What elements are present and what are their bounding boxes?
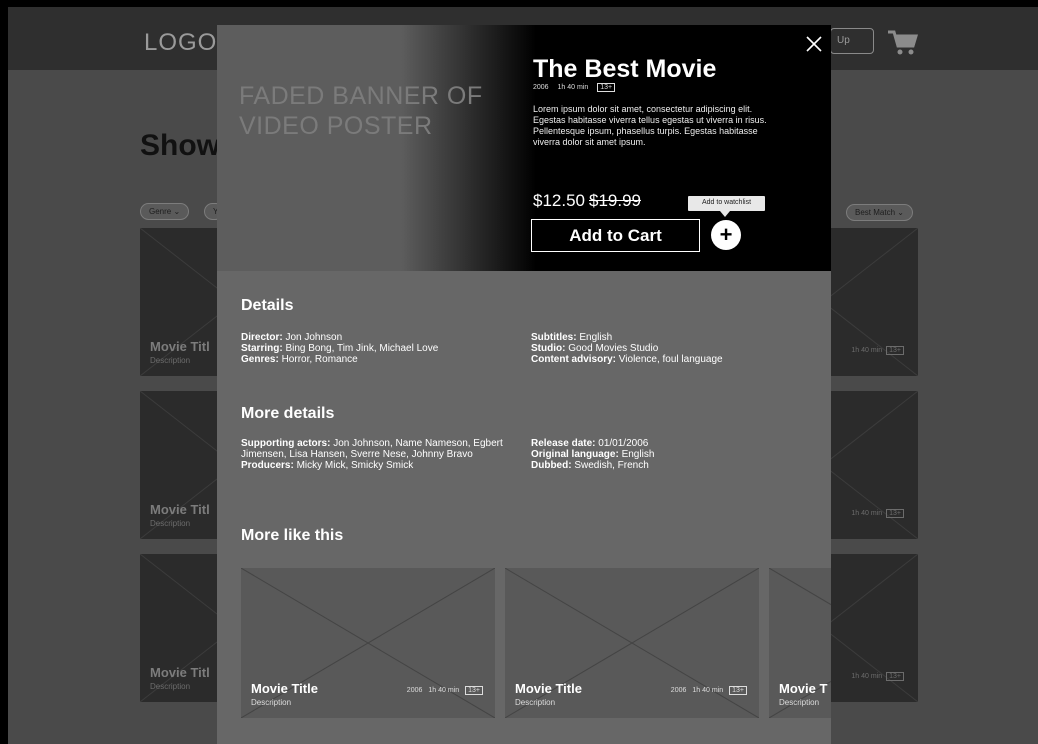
movie-description: Description [150,356,191,365]
movie-meta: 2006 1h 40 min 13+ [401,686,483,695]
add-to-cart-button[interactable]: Add to Cart [531,219,700,252]
movie-description: Description [150,519,191,528]
movie-meta: 1h 40 min 13+ [851,346,904,355]
plus-icon[interactable]: + [711,220,741,250]
movie-title: Movie Titl [150,665,210,680]
logo[interactable]: LOGO [144,29,217,57]
rating-badge: 13+ [886,346,904,355]
watchlist-tooltip: Add to watchlist [688,196,765,211]
more-details-right: Release date: 01/01/2006 Original langua… [531,438,655,471]
movie-title: Movie Title [515,681,582,696]
movie-title: Movie Titl [150,339,210,354]
movie-description: Description [515,698,556,707]
original-price: $19.99 [589,191,641,210]
close-icon[interactable] [804,34,824,54]
tooltip-arrow [720,211,730,217]
movie-description: Description [150,682,191,691]
price: $12.50 $19.99 [533,191,641,211]
movie-title: Movie Titl [150,502,210,517]
signup-button[interactable]: Up [830,28,874,54]
movie-meta: 2006 1h 40 min 13+ [665,686,747,695]
movie-meta: 2006 1h 40 min 13+ [533,83,622,92]
banner-placeholder-text: FADED BANNER OF VIDEO POSTER [239,82,483,140]
movie-title: Movie Title [251,681,318,696]
movie-description: Description [251,698,292,707]
rating-badge: 13+ [597,83,616,92]
movie-meta: 1h 40 min 13+ [851,509,904,518]
details-right: Subtitles: English Studio: Good Movies S… [531,332,723,365]
rating-badge: 13+ [886,672,904,681]
cart-icon[interactable] [886,27,920,57]
filter-genre[interactable]: Genre ⌄ [140,203,190,220]
current-price: $12.50 [533,191,585,210]
movie-synopsis: Lorem ipsum dolor sit amet, consectetur … [533,104,767,147]
more-details-left: Supporting actors: Jon Johnson, Name Nam… [241,438,503,471]
movie-description: Description [779,698,820,707]
rating-badge: 13+ [465,686,483,695]
similar-movie-card[interactable]: Movie T Description [769,568,831,718]
movie-meta: 1h 40 min 13+ [851,672,904,681]
similar-movie-card[interactable]: Movie Title Description 2006 1h 40 min 13+ [241,568,495,718]
details-left: Director: Jon Johnson Starring: Bing Bon… [241,332,439,365]
movie-title: Movie T [779,681,828,696]
movie-duration: 1h 40 min [557,84,589,91]
rating-badge: 13+ [886,509,904,518]
details-heading: Details [241,297,294,314]
more-like-heading: More like this [241,527,344,544]
movie-year: 2006 [533,84,549,91]
movie-detail-modal: FADED BANNER OF VIDEO POSTER The Best Mo… [217,25,831,744]
more-details-heading: More details [241,405,335,422]
page-title: Show [140,129,220,162]
sort-dropdown[interactable]: Best Match ⌄ [846,204,913,221]
rating-badge: 13+ [729,686,747,695]
movie-title: The Best Movie [533,55,717,83]
similar-movie-card[interactable]: Movie Title Description 2006 1h 40 min 13+ [505,568,759,718]
